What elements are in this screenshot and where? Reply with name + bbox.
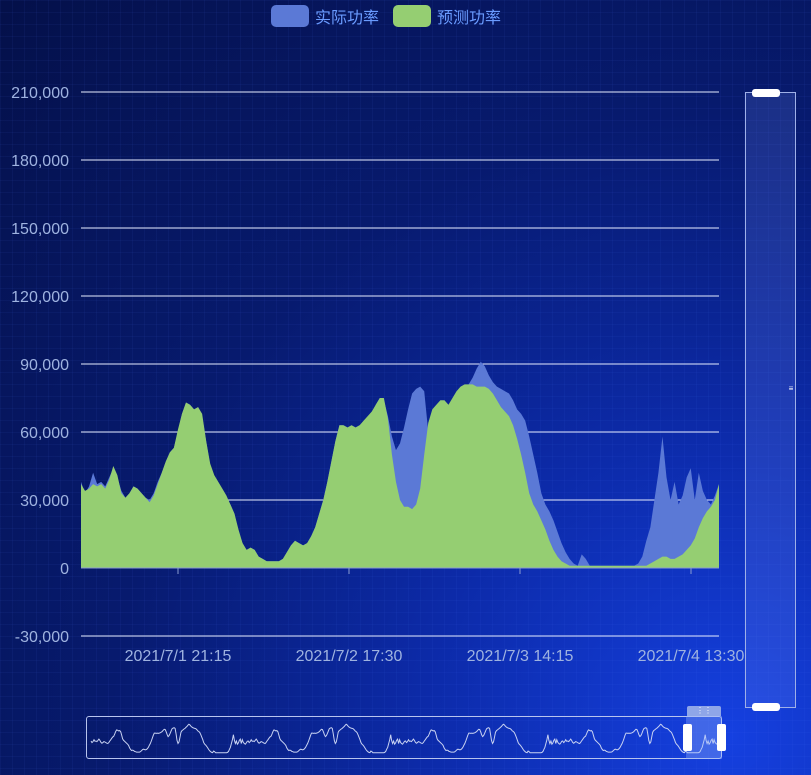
hzoom-left-handle[interactable] [683,724,692,751]
y-tick-label: -30,000 [15,629,69,646]
minimap-line [90,723,720,754]
vzoom-bottom-handle[interactable] [752,703,780,711]
x-tick-label: 2021/7/1 21:15 [125,648,232,665]
hzoom-grip-icon[interactable]: ⋮⋮ [687,706,721,716]
datazoom-minimap [90,723,720,754]
vzoom-top-handle[interactable] [752,89,780,97]
y-tick-label: 180,000 [11,153,69,170]
y-tick-label: 90,000 [20,357,69,374]
y-tick-label: 150,000 [11,221,69,238]
vzoom-grip-icon[interactable]: ≡ [788,385,794,406]
y-tick-label: 0 [60,561,69,578]
y-tick-label: 210,000 [11,85,69,102]
vertical-datazoom-slider[interactable]: ≡ [745,89,796,711]
x-tick-label: 2021/7/3 14:15 [467,648,574,665]
y-tick-label: 120,000 [11,289,69,306]
hzoom-right-handle[interactable] [717,724,726,751]
x-tick-label: 2021/7/4 13:30 [638,648,745,665]
y-tick-label: 30,000 [20,493,69,510]
y-tick-label: 60,000 [20,425,69,442]
x-tick-label: 2021/7/2 17:30 [296,648,403,665]
horizontal-datazoom-slider[interactable] [86,716,722,759]
power-chart: 210,000 180,000 150,000 120,000 90,000 60,000… [11,85,745,665]
